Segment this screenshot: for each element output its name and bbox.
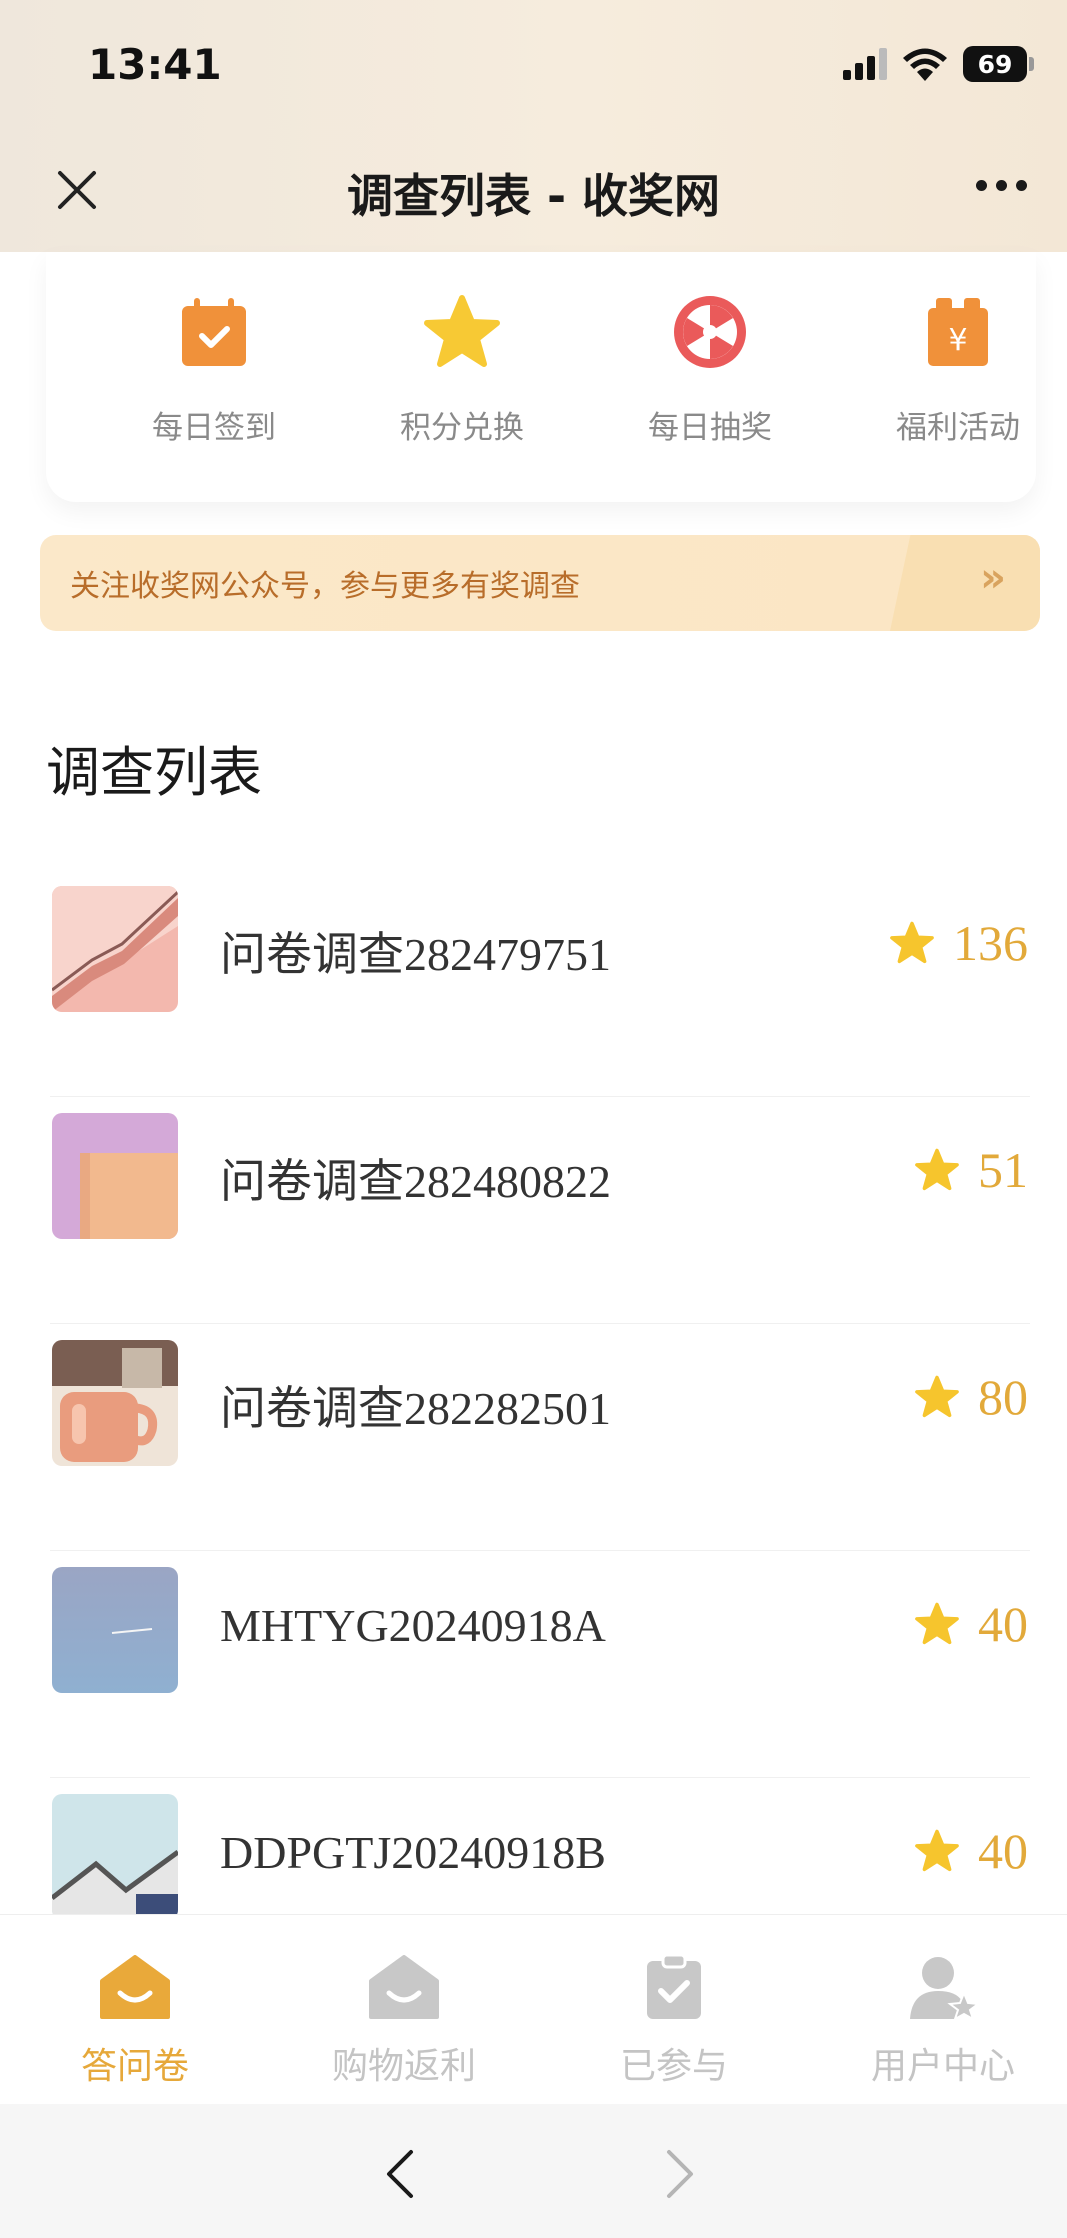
tab-label: 答问卷 (80, 2046, 189, 2087)
svg-text:¥: ¥ (948, 323, 967, 358)
gift-bag-icon: ¥ (928, 298, 988, 366)
quick-action-label: 每日抽奖 (648, 410, 772, 446)
quick-action-welfare[interactable]: ¥ 福利活动 (858, 292, 1058, 447)
user-star-icon (910, 1957, 981, 2022)
list-item[interactable]: 问卷调查282480822 51 (50, 1097, 1030, 1324)
quick-action-label: 积分兑换 (400, 410, 524, 446)
browser-nav-bar (0, 2104, 1067, 2238)
points-value: 40 (978, 1823, 1028, 1879)
list-item[interactable]: MHTYG20240918A 40 (50, 1551, 1030, 1778)
star-icon (890, 921, 934, 964)
points-value: 80 (978, 1369, 1028, 1425)
tab-answer-survey[interactable]: 答问卷 (25, 1955, 245, 2089)
signal-icon (843, 48, 887, 80)
section-title: 调查列表 (46, 741, 262, 804)
forward-arrow-icon[interactable] (665, 2148, 695, 2200)
survey-points: 40 (914, 1595, 1028, 1653)
star-icon (915, 1148, 959, 1191)
survey-list: 问卷调查282479751 136 问卷调查282480822 51 问卷调查2… (50, 870, 1030, 2005)
battery-indicator: 69 (963, 46, 1034, 82)
status-time: 13:41 (88, 40, 222, 89)
survey-name: 问卷调查282282501 (220, 1383, 611, 1434)
quick-action-label: 福利活动 (896, 410, 1020, 446)
star-icon (915, 1602, 959, 1645)
calendar-check-icon (182, 298, 246, 366)
follow-account-banner[interactable]: 关注收奖网公众号，参与更多有奖调查 » (40, 535, 1040, 631)
survey-points: 51 (914, 1141, 1028, 1199)
home-smile-icon (100, 1955, 170, 2019)
quick-action-daily-lottery[interactable]: 每日抽奖 (610, 292, 810, 447)
tab-shopping-rebate[interactable]: 购物返利 (294, 1955, 514, 2089)
points-value: 136 (953, 915, 1028, 971)
tab-label: 购物返利 (331, 2046, 476, 2087)
clipboard-check-icon (647, 1953, 701, 2019)
more-options-icon[interactable] (976, 180, 1027, 191)
page-title: 调查列表 - 收奖网 (346, 169, 721, 223)
star-icon (915, 1375, 959, 1418)
home-smile-icon (369, 1955, 439, 2019)
star-icon (915, 1829, 959, 1872)
star-icon (424, 295, 500, 367)
tab-participated[interactable]: 已参与 (564, 1953, 784, 2089)
survey-thumbnail (52, 886, 178, 1012)
list-item[interactable]: 问卷调查282282501 80 (50, 1324, 1030, 1551)
survey-name: DDPGTJ20240918B (220, 1827, 606, 1878)
survey-name: 问卷调查282479751 (220, 929, 611, 980)
quick-actions-card: 每日签到 积分兑换 每日抽奖 ¥ 福利活动 (46, 252, 1036, 502)
quick-action-points-exchange[interactable]: 积分兑换 (362, 292, 562, 447)
lottery-wheel-icon (674, 296, 746, 368)
points-value: 51 (978, 1142, 1028, 1198)
bottom-tab-bar: 答问卷 购物返利 已参与 用户中心 (0, 1914, 1067, 2104)
survey-points: 80 (914, 1368, 1028, 1426)
banner-text: 关注收奖网公众号，参与更多有奖调查 (70, 569, 580, 604)
header: 13:41 69 调查列表 - 收奖网 (0, 0, 1067, 252)
survey-name: MHTYG20240918A (220, 1600, 606, 1651)
quick-action-label: 每日签到 (152, 410, 276, 446)
tab-label: 用户中心 (870, 2046, 1015, 2087)
list-item[interactable]: 问卷调查282479751 136 (50, 870, 1030, 1097)
back-arrow-icon[interactable] (385, 2148, 415, 2200)
status-icons: 69 (843, 46, 1034, 82)
survey-thumbnail (52, 1340, 178, 1466)
survey-name: 问卷调查282480822 (220, 1156, 611, 1207)
tab-user-center[interactable]: 用户中心 (833, 1955, 1053, 2089)
quick-action-daily-checkin[interactable]: 每日签到 (114, 292, 314, 447)
survey-thumbnail (52, 1113, 178, 1239)
tab-label: 已参与 (619, 2046, 728, 2087)
survey-points: 136 (889, 914, 1028, 972)
double-chevron-icon: » (980, 555, 1006, 601)
survey-thumbnail (52, 1794, 178, 1920)
wifi-icon (903, 48, 947, 81)
survey-thumbnail (52, 1567, 178, 1693)
points-value: 40 (978, 1596, 1028, 1652)
survey-points: 40 (914, 1822, 1028, 1880)
